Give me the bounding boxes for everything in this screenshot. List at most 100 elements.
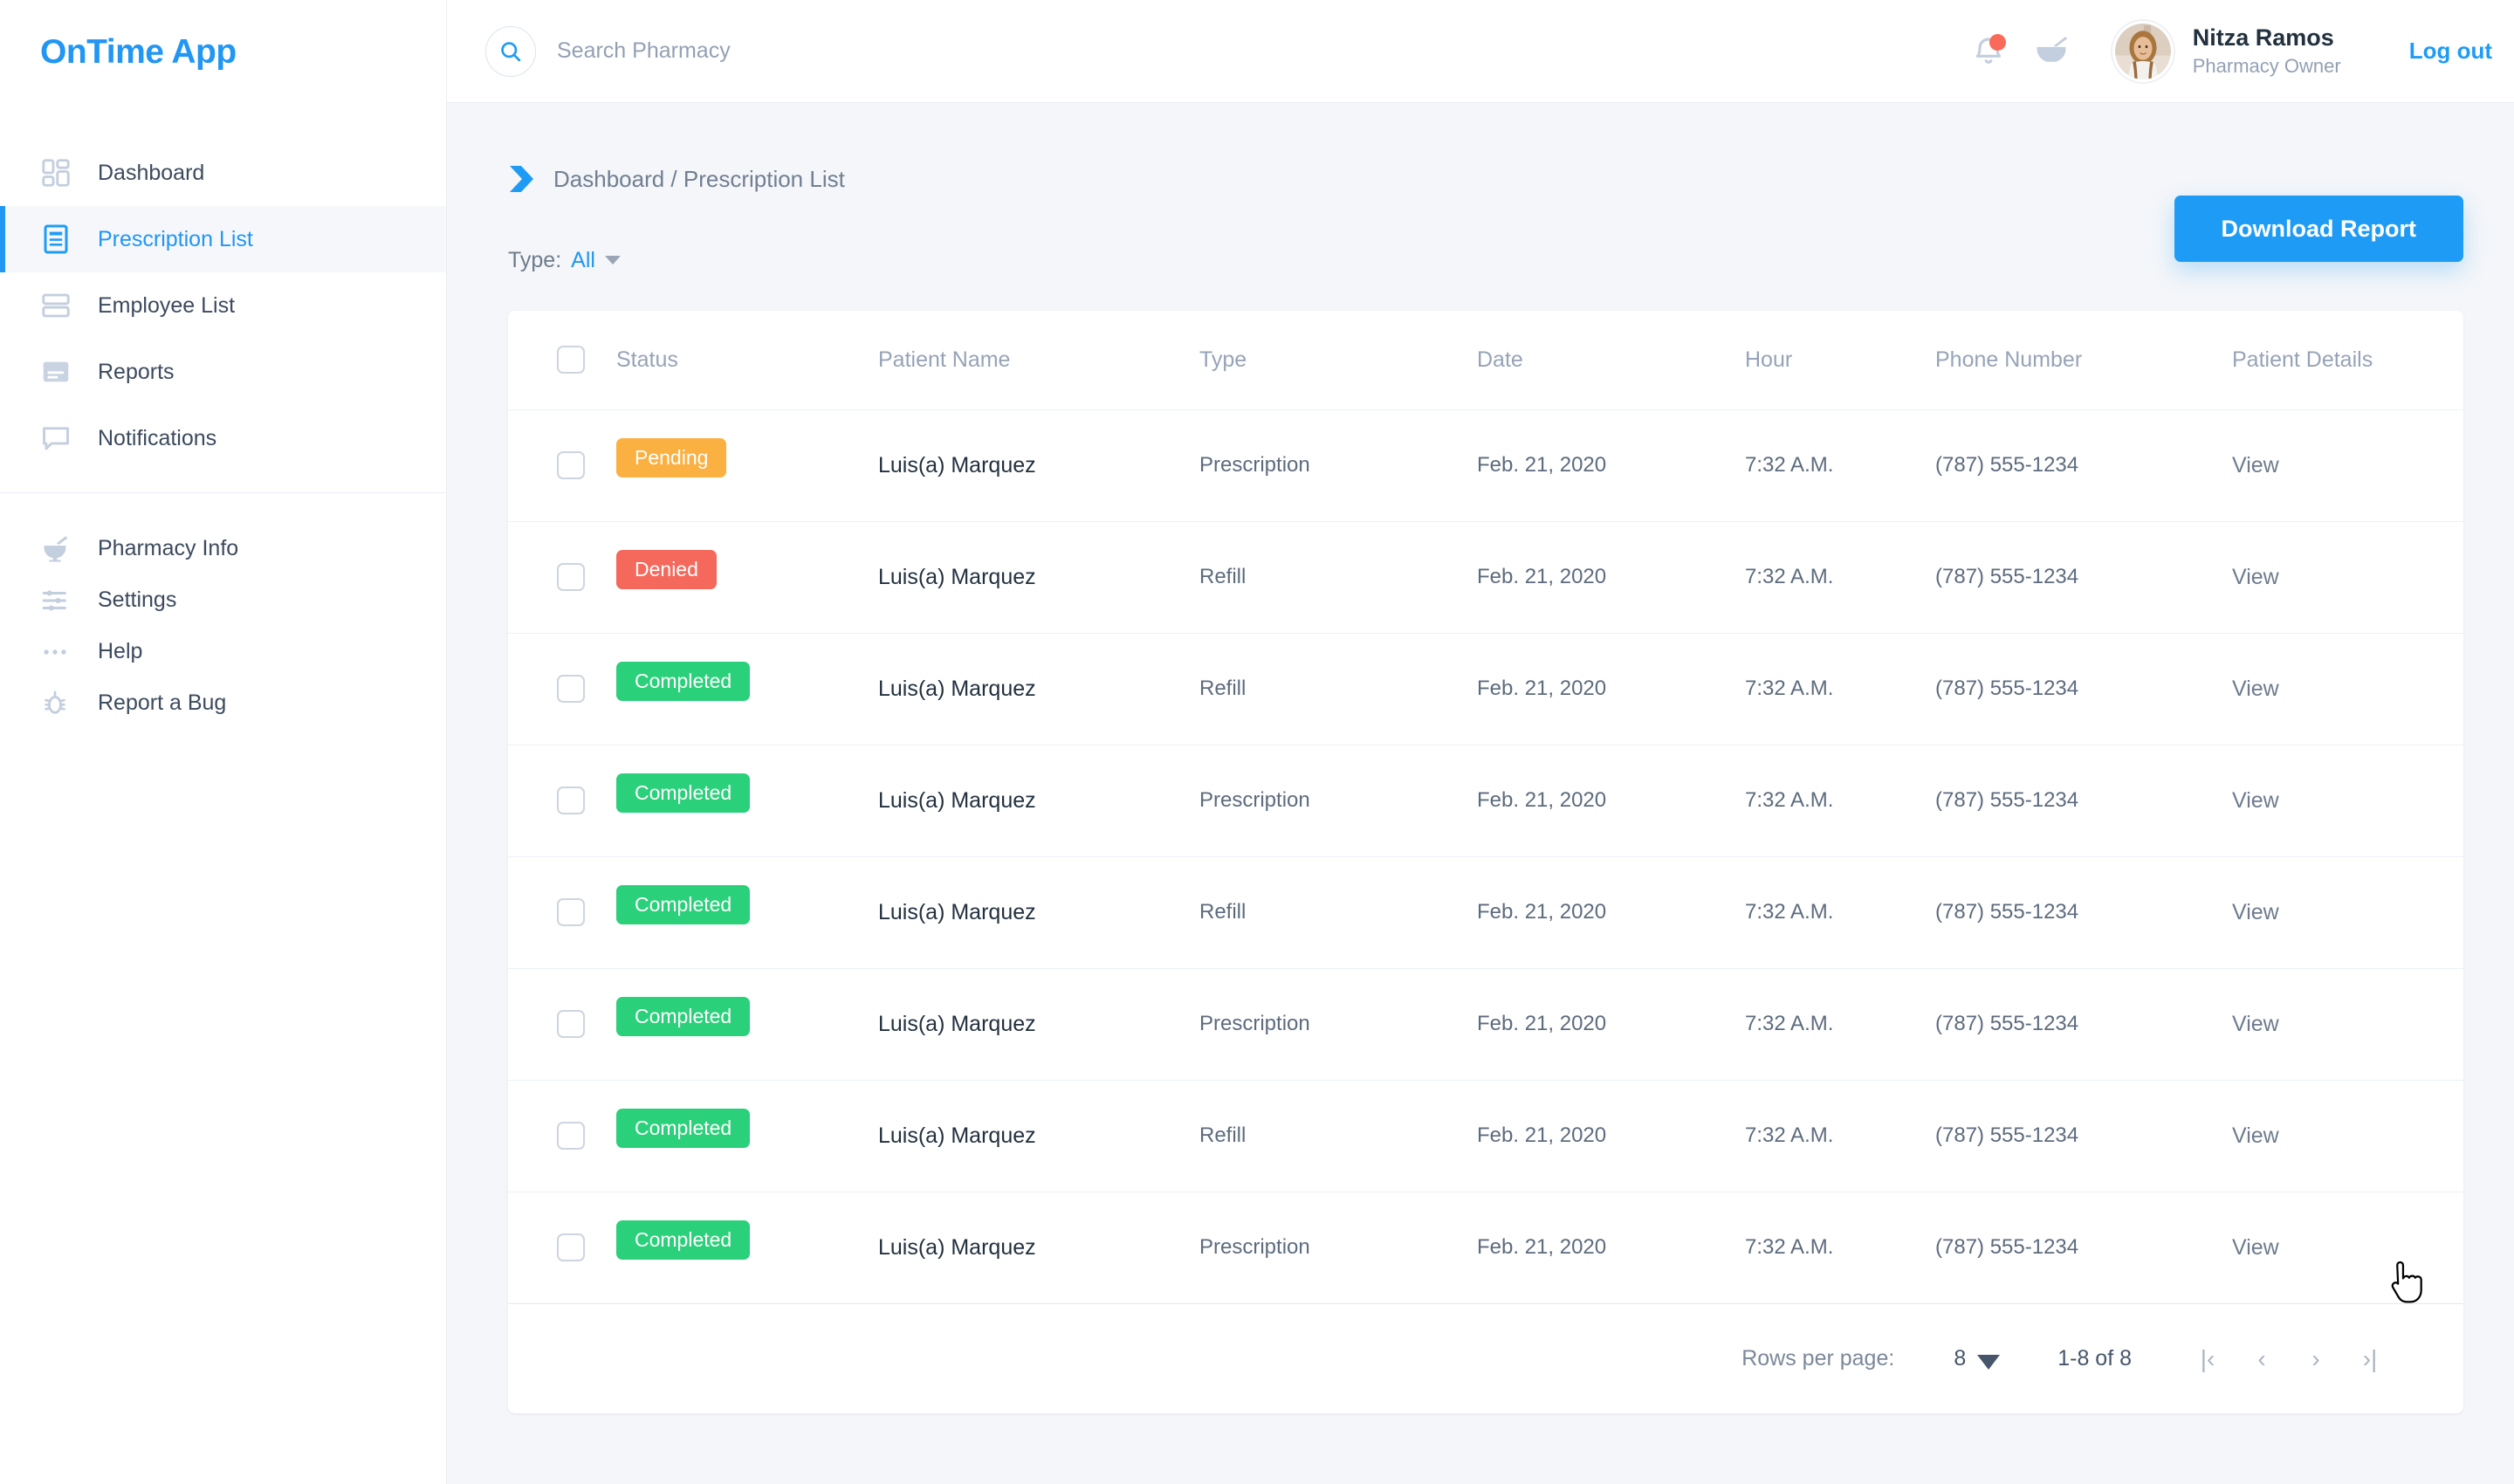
table-row[interactable]: Completed Luis(a) Marquez Refill Feb. 21, 2…: [508, 855, 2463, 968]
search-icon[interactable]: [485, 25, 536, 77]
column-header-status[interactable]: Status: [616, 311, 878, 409]
user-avatar[interactable]: [2112, 20, 2174, 82]
type-filter-dropdown[interactable]: Type: All: [508, 248, 621, 273]
pagination-range-text: 1-8 of 8: [2057, 1346, 2132, 1371]
row-checkbox[interactable]: [557, 1122, 585, 1150]
view-details-link[interactable]: View: [2232, 1012, 2279, 1036]
view-details-link[interactable]: View: [2232, 453, 2279, 477]
prescription-table: Status Patient Name Type Date Hour Phone…: [508, 311, 2463, 1303]
user-name: Nitza Ramos: [2192, 24, 2334, 51]
column-header-date[interactable]: Date: [1477, 311, 1745, 409]
sidebar-item-report-a-bug[interactable]: Report a Bug: [0, 677, 446, 729]
prev-page-button[interactable]: ‹: [2235, 1332, 2289, 1386]
row-checkbox[interactable]: [557, 898, 585, 926]
hour-cell: 7:32 A.M.: [1745, 967, 1935, 1080]
type-cell: Refill: [1199, 1079, 1477, 1192]
column-header-hour[interactable]: Hour: [1745, 311, 1935, 409]
search-bar[interactable]: [485, 25, 1011, 77]
view-details-link[interactable]: View: [2232, 677, 2279, 701]
type-filter-value: All: [571, 247, 595, 272]
column-header-patient-details[interactable]: Patient Details: [2232, 311, 2463, 409]
row-select-cell: [508, 1191, 616, 1303]
row-checkbox[interactable]: [557, 675, 585, 703]
date-cell: Feb. 21, 2020: [1477, 855, 1745, 968]
table-row[interactable]: Pending Luis(a) Marquez Prescription Feb. 2…: [508, 409, 2463, 521]
table-row[interactable]: Completed Luis(a) Marquez Prescription Feb.…: [508, 744, 2463, 856]
notifications-bell-button[interactable]: [1961, 24, 2016, 79]
sidebar: OnTime App Dashboard Prescription List E…: [0, 0, 447, 1484]
patient-details-cell: View: [2232, 409, 2463, 521]
status-badge: Pending: [616, 437, 727, 477]
table-header-row: Status Patient Name Type Date Hour Phone…: [508, 311, 2463, 409]
view-details-link[interactable]: View: [2232, 788, 2279, 813]
status-badge: Completed: [616, 1219, 751, 1260]
download-report-button[interactable]: Download Report: [2174, 196, 2463, 262]
hour-cell: 7:32 A.M.: [1745, 744, 1935, 856]
sidebar-item-label: Dashboard: [98, 160, 205, 185]
sidebar-item-prescription-list[interactable]: Prescription List: [0, 206, 446, 272]
notification-dot-badge: [1989, 33, 2006, 51]
table-row[interactable]: Completed Luis(a) Marquez Prescription Feb.…: [508, 967, 2463, 1080]
mortar-pestle-icon: [40, 532, 79, 567]
chevron-down-icon: [604, 256, 621, 265]
sidebar-item-settings[interactable]: Settings: [0, 574, 446, 626]
type-cell: Refill: [1199, 855, 1477, 968]
pager-controls: |‹ ‹ › ›|: [2181, 1332, 2397, 1386]
patient-details-cell: View: [2232, 855, 2463, 968]
header-right-cluster: Nitza Ramos Pharmacy Owner Log out: [1954, 20, 2492, 82]
chat-bubble-icon: [40, 421, 79, 456]
table-row[interactable]: Denied Luis(a) Marquez Refill Feb. 21, 2020…: [508, 520, 2463, 633]
search-input[interactable]: [557, 38, 1011, 64]
table-row[interactable]: Completed Luis(a) Marquez Prescription Feb.…: [508, 1191, 2463, 1303]
column-header-patient-name[interactable]: Patient Name: [878, 311, 1199, 409]
status-badge: Completed: [616, 884, 751, 924]
prescription-table-card: Status Patient Name Type Date Hour Phone…: [508, 311, 2463, 1303]
sidebar-item-employee-list[interactable]: Employee List: [0, 272, 446, 339]
column-header-type[interactable]: Type: [1199, 311, 1477, 409]
row-select-cell: [508, 855, 616, 968]
table-row[interactable]: Completed Luis(a) Marquez Refill Feb. 21, 2…: [508, 1079, 2463, 1192]
row-checkbox[interactable]: [557, 787, 585, 814]
sidebar-item-label: Employee List: [98, 292, 236, 318]
patient-details-cell: View: [2232, 1191, 2463, 1303]
first-page-button[interactable]: |‹: [2181, 1332, 2235, 1386]
sidebar-item-dashboard[interactable]: Dashboard: [0, 140, 446, 206]
sidebar-item-reports[interactable]: Reports: [0, 339, 446, 405]
view-details-link[interactable]: View: [2232, 565, 2279, 589]
chevron-down-icon[interactable]: [1977, 1355, 2001, 1370]
app-root: OnTime App Dashboard Prescription List E…: [0, 0, 2514, 1484]
type-cell: Prescription: [1199, 409, 1477, 521]
row-select-cell: [508, 409, 616, 521]
view-details-link[interactable]: View: [2232, 1235, 2279, 1260]
user-role: Pharmacy Owner: [2192, 55, 2341, 78]
sidebar-item-notifications[interactable]: Notifications: [0, 405, 446, 471]
view-details-link[interactable]: View: [2232, 1123, 2279, 1148]
type-cell: Refill: [1199, 520, 1477, 633]
select-all-checkbox[interactable]: [557, 346, 585, 374]
sidebar-item-pharmacy-info[interactable]: Pharmacy Info: [0, 523, 446, 574]
table-row[interactable]: Completed Luis(a) Marquez Refill Feb. 21, 2…: [508, 632, 2463, 745]
phone-number-cell: (787) 555-1234: [1935, 520, 2232, 633]
phone-number-cell: (787) 555-1234: [1935, 967, 2232, 1080]
row-checkbox[interactable]: [557, 451, 585, 479]
logout-button[interactable]: Log out: [2409, 38, 2492, 65]
pharmacy-mortar-button[interactable]: [2023, 24, 2079, 79]
view-details-link[interactable]: View: [2232, 900, 2279, 924]
row-select-cell: [508, 520, 616, 633]
patient-name-cell: Luis(a) Marquez: [878, 1079, 1199, 1192]
sidebar-item-label: Pharmacy Info: [98, 536, 239, 560]
next-page-button[interactable]: ›: [2289, 1332, 2343, 1386]
rows-per-page-value[interactable]: 8: [1954, 1346, 1966, 1371]
content-area: Dashboard / Prescription List Type: All …: [447, 103, 2514, 1484]
column-header-phone-number[interactable]: Phone Number: [1935, 311, 2232, 409]
row-checkbox[interactable]: [557, 1010, 585, 1038]
date-cell: Feb. 21, 2020: [1477, 967, 1745, 1080]
sidebar-secondary-nav: Pharmacy Info Settings Help Report a Bug: [0, 523, 446, 729]
phone-number-cell: (787) 555-1234: [1935, 744, 2232, 856]
date-cell: Feb. 21, 2020: [1477, 744, 1745, 856]
breadcrumb: Dashboard / Prescription List: [508, 164, 2463, 194]
row-checkbox[interactable]: [557, 563, 585, 591]
row-checkbox[interactable]: [557, 1233, 585, 1262]
sidebar-item-help[interactable]: Help: [0, 626, 446, 677]
last-page-button[interactable]: ›|: [2343, 1332, 2397, 1386]
